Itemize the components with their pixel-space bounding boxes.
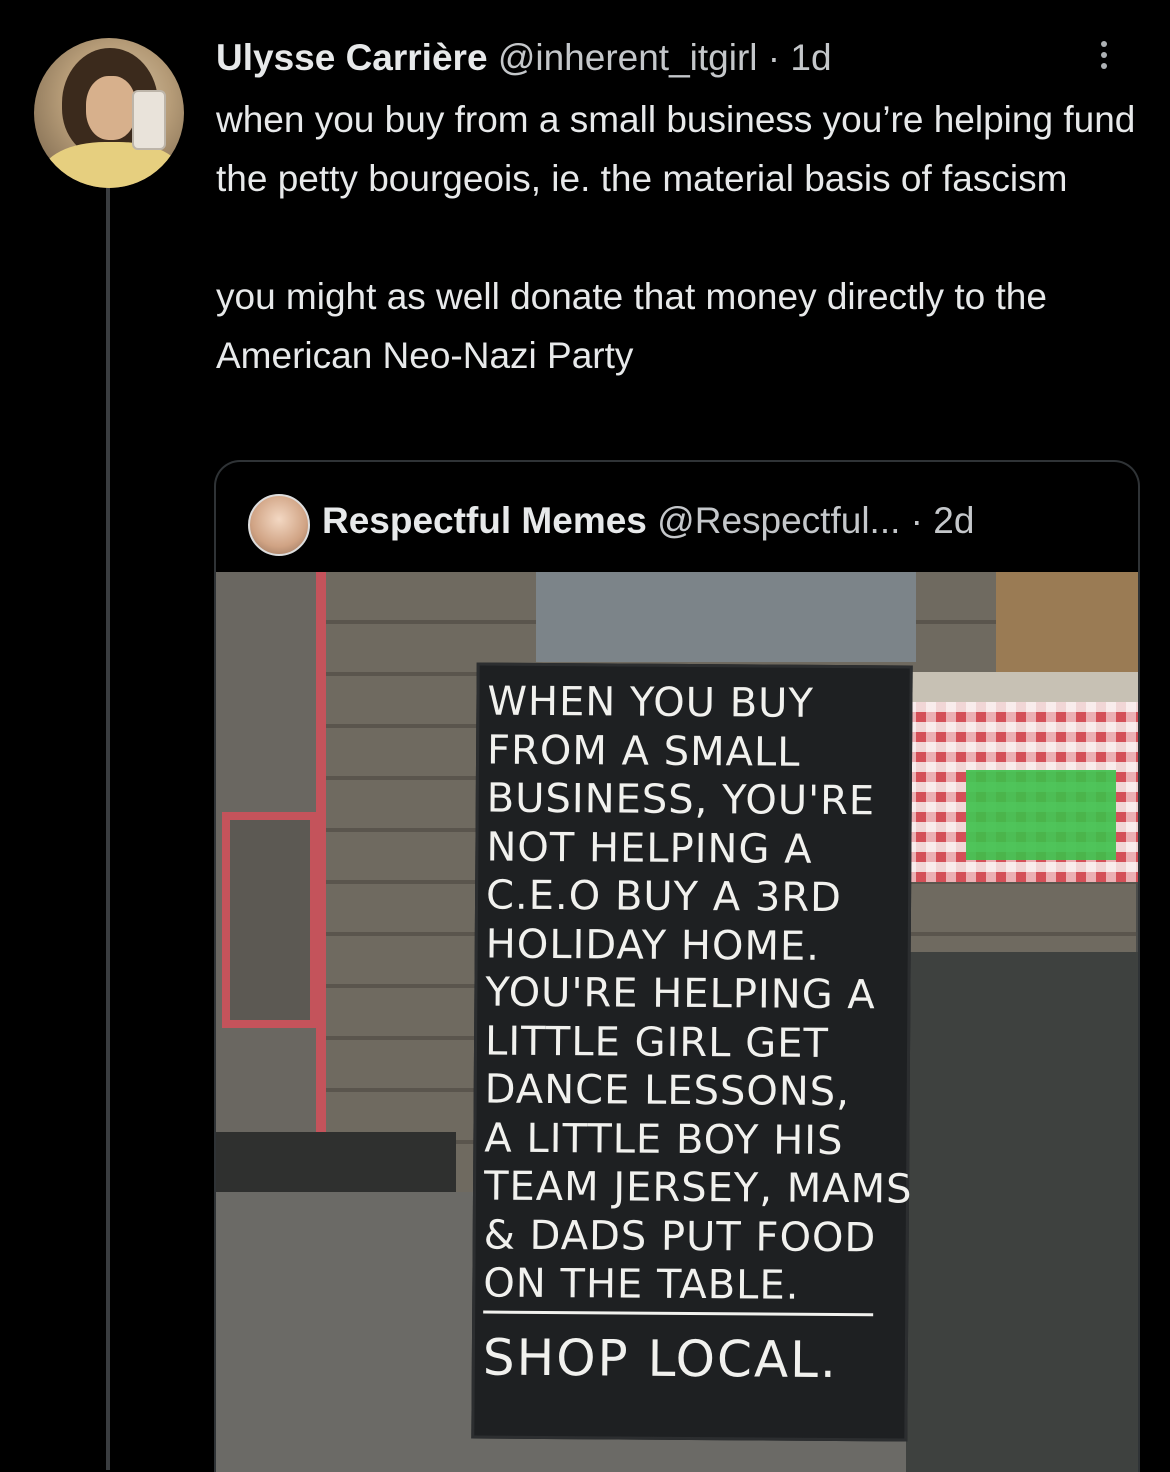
quoted-tweet[interactable]: Respectful Memes @Respectful... · 2d WHE… (214, 460, 1140, 1472)
tweet-paragraph: you might as well donate that money dire… (216, 276, 1047, 376)
quoted-tweet-header: Respectful Memes @Respectful... · 2d (322, 492, 974, 550)
chalkboard-line: WHEN YOU BUY (487, 678, 815, 727)
photo-window (536, 572, 916, 662)
separator-dot: · (910, 500, 923, 541)
chalkboard-underline (483, 1310, 874, 1317)
tweet-paragraph: when you buy from a small business you’r… (216, 99, 1136, 199)
quoted-photo[interactable]: WHEN YOU BUY FROM A SMALL BUSINESS, YOU'… (216, 572, 1138, 1472)
chalkboard-line: TEAM JERSEY, MAMS (483, 1163, 913, 1213)
chalkboard-line: FROM A SMALL (486, 727, 801, 776)
tweet-header: Ulysse Carrière @inherent_itgirl · 1d (216, 30, 832, 86)
tweet-time[interactable]: 1d (790, 37, 831, 78)
chalkboard-cta: SHOP LOCAL. (482, 1328, 839, 1390)
quoted-author-name[interactable]: Respectful Memes (322, 500, 647, 541)
photo-cabinet (906, 952, 1138, 1472)
photo-door (216, 572, 326, 1192)
chalkboard-line: & DADS PUT FOOD (483, 1212, 877, 1261)
chalkboard-line: C.E.O BUY A 3RD (485, 872, 843, 922)
photo-door-panel (222, 812, 318, 1028)
tweet-body: when you buy from a small business you’r… (216, 90, 1156, 385)
author-avatar[interactable] (34, 38, 184, 188)
author-name[interactable]: Ulysse Carrière (216, 37, 488, 78)
author-handle[interactable]: @inherent_itgirl (498, 37, 758, 78)
chalkboard-line: BUSINESS, YOU'RE (486, 775, 876, 825)
quoted-tweet-time[interactable]: 2d (933, 500, 974, 541)
quoted-author-handle[interactable]: @Respectful... (657, 500, 900, 541)
chalkboard-line: A LITTLE BOY HIS (484, 1115, 844, 1164)
chalkboard-line: NOT HELPING A (486, 824, 813, 873)
chalkboard-line: LITTLE GIRL GET (484, 1018, 830, 1067)
chalkboard-text: WHEN YOU BUY FROM A SMALL BUSINESS, YOU'… (483, 678, 913, 1311)
chalkboard-line: YOU'RE HELPING A (485, 969, 876, 1019)
quoted-author-avatar[interactable] (248, 494, 310, 556)
chalkboard-line: HOLIDAY HOME. (485, 921, 821, 970)
avatar-phone (132, 90, 166, 150)
chalkboard-line: ON THE TABLE. (483, 1260, 800, 1309)
chalkboard-line: DANCE LESSONS, (484, 1066, 851, 1116)
chalkboard-sign: WHEN YOU BUY FROM A SMALL BUSINESS, YOU'… (471, 662, 913, 1442)
photo-basket (996, 572, 1138, 672)
more-vertical-icon[interactable] (1092, 36, 1116, 76)
separator-dot: · (767, 37, 781, 78)
avatar-face (86, 76, 136, 140)
thread-line (106, 186, 110, 1470)
photo-green-sign (966, 770, 1116, 860)
